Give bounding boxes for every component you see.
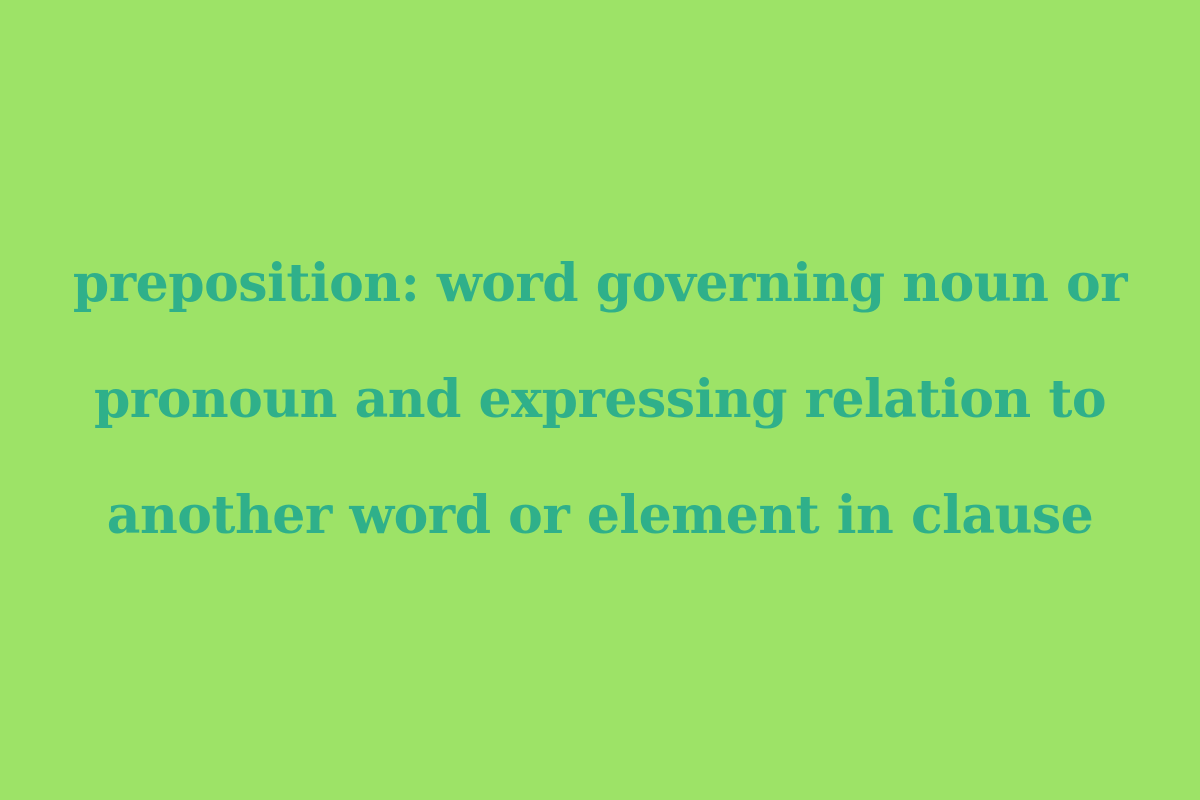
definition-line-1: preposition: word governing noun or — [72, 253, 1128, 314]
definition-text: preposition: word governing noun or pron… — [13, 226, 1187, 574]
definition-card: preposition: word governing noun or pron… — [0, 0, 1200, 800]
definition-line-2: pronoun and expressing relation to — [93, 369, 1107, 430]
definition-line-3: another word or element in clause — [106, 485, 1094, 546]
